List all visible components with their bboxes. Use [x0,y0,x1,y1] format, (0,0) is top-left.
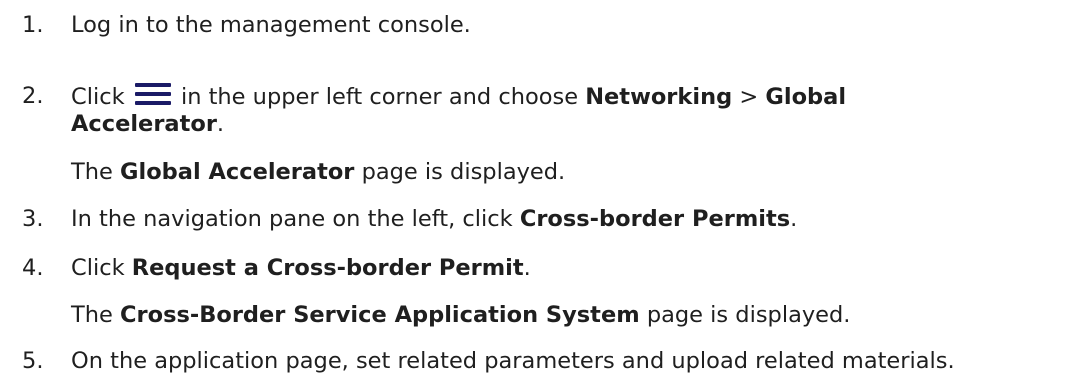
step-4-click-label: Click [71,255,125,281]
step-4-note-bold: Cross-Border Service Application System [120,302,640,328]
step-2-note: The Global Accelerator page is displayed… [71,159,565,185]
step-2-separator: > [739,84,759,110]
step-1-number: 1. [22,12,44,38]
step-4-number: 4. [22,255,44,281]
step-3-number: 3. [22,206,44,232]
step-2-text: Click in the upper left corner and choos… [71,83,846,110]
step-5-number: 5. [22,348,44,374]
step-4-note-rest: page is displayed. [646,302,851,328]
step-2-number: 2. [22,83,44,109]
step-2-note-bold: Global Accelerator [120,159,355,185]
step-2-global: Global [765,84,847,110]
step-3-text: In the navigation pane on the left, clic… [71,206,797,232]
step-2-period: . [216,111,225,137]
step-2-click-label: Click [71,84,125,110]
step-2-accelerator: Accelerator [71,111,217,137]
step-4-text: Click Request a Cross-border Permit. [71,255,531,281]
step-2-note-pre: The [71,159,113,185]
step-5-text: On the application page, set related par… [71,348,955,374]
step-3-bold: Cross-border Permits [519,206,791,232]
step-2-text-line2: Accelerator. [71,111,224,137]
step-3-period: . [790,206,798,232]
hamburger-menu-icon [134,83,171,105]
step-4-note-pre: The [71,302,113,328]
step-2-note-rest: page is displayed. [361,159,566,185]
step-4-period: . [523,255,531,281]
step-2-networking: Networking [585,84,733,110]
step-4-note: The Cross-Border Service Application Sys… [71,302,850,328]
step-1-text: Log in to the management console. [71,12,471,38]
step-4-bold: Request a Cross-border Permit [131,255,524,281]
step-3-instruction: In the navigation pane on the left, clic… [71,206,513,232]
step-2-instruction: in the upper left corner and choose [180,84,579,110]
